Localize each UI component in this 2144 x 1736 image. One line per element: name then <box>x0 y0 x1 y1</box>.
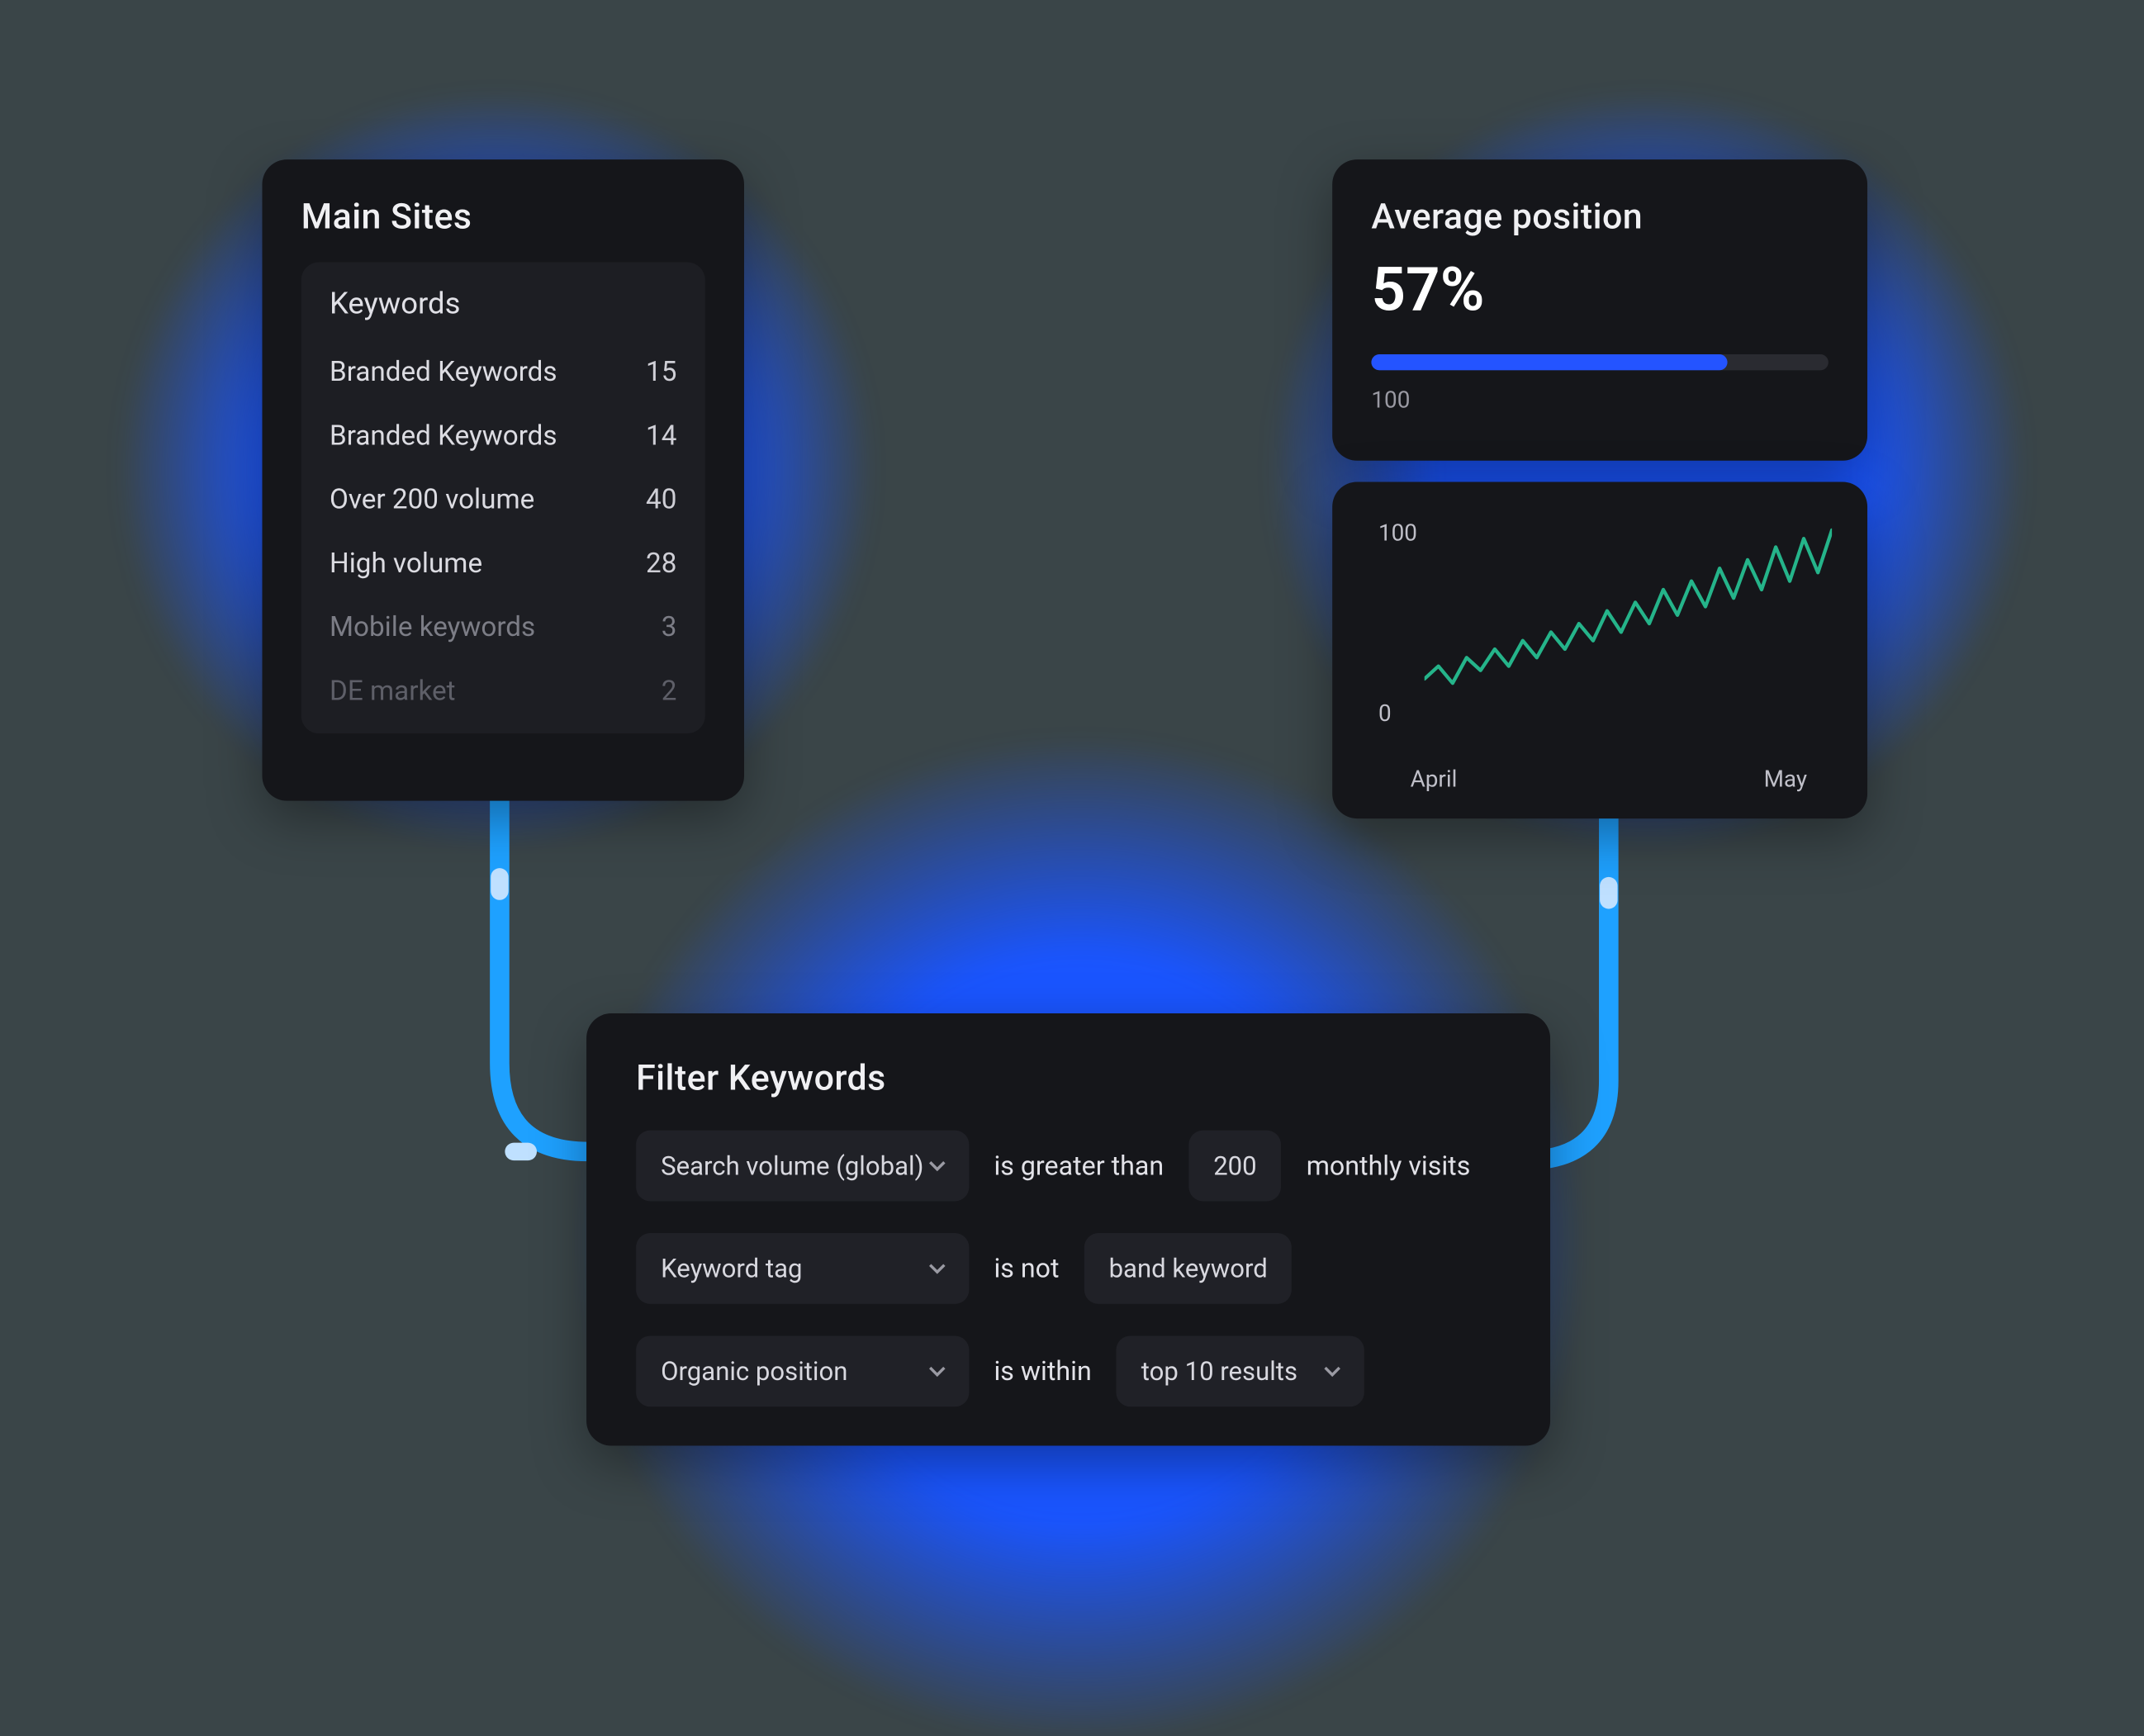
keyword-count: 15 <box>646 356 676 388</box>
keyword-label: Branded Keywords <box>330 420 557 452</box>
trend-chart-card: 100 0 April May <box>1332 481 1867 818</box>
filter-field-select[interactable]: Organic position <box>636 1335 969 1406</box>
filter-title: Filter Keywords <box>636 1056 1501 1098</box>
average-position-card: Average position 57% 100 <box>1332 159 1867 461</box>
main-sites-title: Main Sites <box>301 195 705 237</box>
chevron-down-icon <box>1322 1361 1344 1383</box>
chart-x-end: May <box>1764 767 1808 794</box>
keyword-label: High volume <box>330 548 482 580</box>
keyword-label: DE market <box>330 675 456 707</box>
chart-y-min: 0 <box>1378 701 1392 728</box>
average-position-value: 57% <box>1371 255 1828 326</box>
trend-chart <box>1425 517 1832 729</box>
keywords-panel: Keywords Branded Keywords 15 Branded Key… <box>301 262 705 733</box>
keyword-label: Mobile keywords <box>330 611 535 643</box>
keyword-row[interactable]: High volume 28 <box>330 532 676 595</box>
keywords-heading: Keywords <box>330 287 676 323</box>
chevron-down-icon <box>927 1361 948 1383</box>
filter-field-label: Keyword tag <box>661 1254 802 1283</box>
filter-keywords-card: Filter Keywords Search volume (global) i… <box>586 1013 1550 1445</box>
filter-value[interactable]: band keyword <box>1084 1233 1293 1304</box>
keyword-row[interactable]: Branded Keywords 14 <box>330 404 676 467</box>
chevron-down-icon <box>927 1155 948 1177</box>
average-position-title: Average position <box>1371 195 1828 237</box>
filter-field-label: Organic position <box>661 1356 847 1386</box>
filter-operator: is greater than <box>994 1150 1164 1182</box>
chart-x-start: April <box>1411 767 1458 794</box>
keyword-label: Over 200 volume <box>330 484 534 516</box>
filter-operator: is within <box>994 1355 1091 1387</box>
progress-scale-label: 100 <box>1371 388 1828 415</box>
filter-value[interactable]: 200 <box>1188 1131 1282 1202</box>
keyword-row[interactable]: Branded Keywords 15 <box>330 340 676 404</box>
keyword-row[interactable]: DE market 2 <box>330 659 676 723</box>
keyword-count: 3 <box>662 611 677 643</box>
filter-operator: is not <box>994 1253 1059 1285</box>
keyword-count: 40 <box>646 484 676 516</box>
main-sites-card: Main Sites Keywords Branded Keywords 15 … <box>262 159 743 801</box>
chevron-down-icon <box>927 1258 948 1279</box>
filter-field-select[interactable]: Search volume (global) <box>636 1131 969 1202</box>
filter-row: Keyword tag is not band keyword <box>636 1233 1501 1304</box>
filter-field-select[interactable]: Keyword tag <box>636 1233 969 1304</box>
chart-y-max: 100 <box>1378 521 1417 548</box>
filter-row: Organic position is within top 10 result… <box>636 1335 1501 1406</box>
progress-bar <box>1371 354 1828 370</box>
progress-fill <box>1371 354 1728 370</box>
keyword-count: 28 <box>646 548 676 580</box>
keyword-count: 14 <box>646 420 676 452</box>
filter-row: Search volume (global) is greater than 2… <box>636 1131 1501 1202</box>
keyword-label: Branded Keywords <box>330 356 557 388</box>
keyword-row[interactable]: Mobile keywords 3 <box>330 595 676 659</box>
keyword-row[interactable]: Over 200 volume 40 <box>330 467 676 531</box>
filter-field-label: Search volume (global) <box>661 1150 923 1180</box>
keyword-count: 2 <box>662 675 677 707</box>
filter-suffix: monthly visits <box>1307 1150 1471 1182</box>
filter-value-select[interactable]: top 10 results <box>1117 1335 1365 1406</box>
